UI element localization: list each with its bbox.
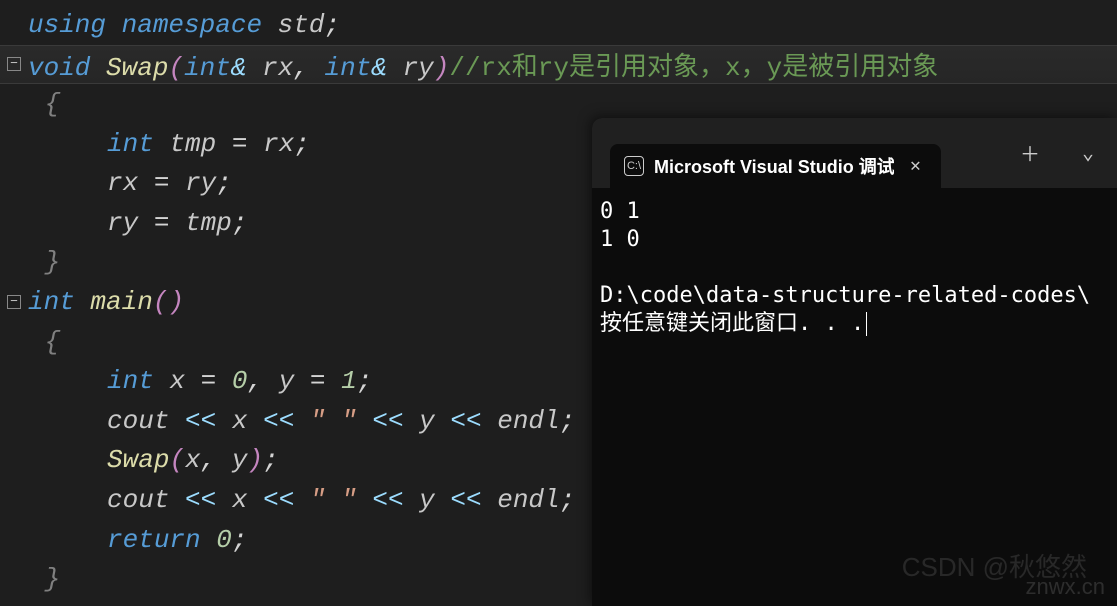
terminal-tab-title: Microsoft Visual Studio 调试 [654,153,894,179]
close-icon[interactable]: ✕ [904,151,927,181]
watermark: znwx.cn [1026,574,1105,600]
terminal-output[interactable]: 0 1 1 0 D:\code\data-structure-related-c… [592,188,1117,348]
chevron-down-icon: ⌄ [1082,140,1094,166]
fold-minus-icon[interactable]: − [7,57,21,71]
new-tab-button[interactable]: ＋ [1001,118,1059,188]
fold-minus-icon[interactable]: − [7,295,21,309]
code-line: − void Swap(int& rx, int& ry)//rx和ry是引用对… [0,45,1117,85]
code-line: using namespace std; [0,5,1117,45]
terminal-icon: C:\ [624,156,644,176]
text-cursor [866,312,867,336]
terminal-tab[interactable]: C:\ Microsoft Visual Studio 调试 ✕ [610,144,941,188]
terminal-window: C:\ Microsoft Visual Studio 调试 ✕ ＋ ⌄ 0 1… [592,118,1117,606]
tab-dropdown-button[interactable]: ⌄ [1059,118,1117,188]
terminal-titlebar[interactable]: C:\ Microsoft Visual Studio 调试 ✕ ＋ ⌄ [592,118,1117,188]
